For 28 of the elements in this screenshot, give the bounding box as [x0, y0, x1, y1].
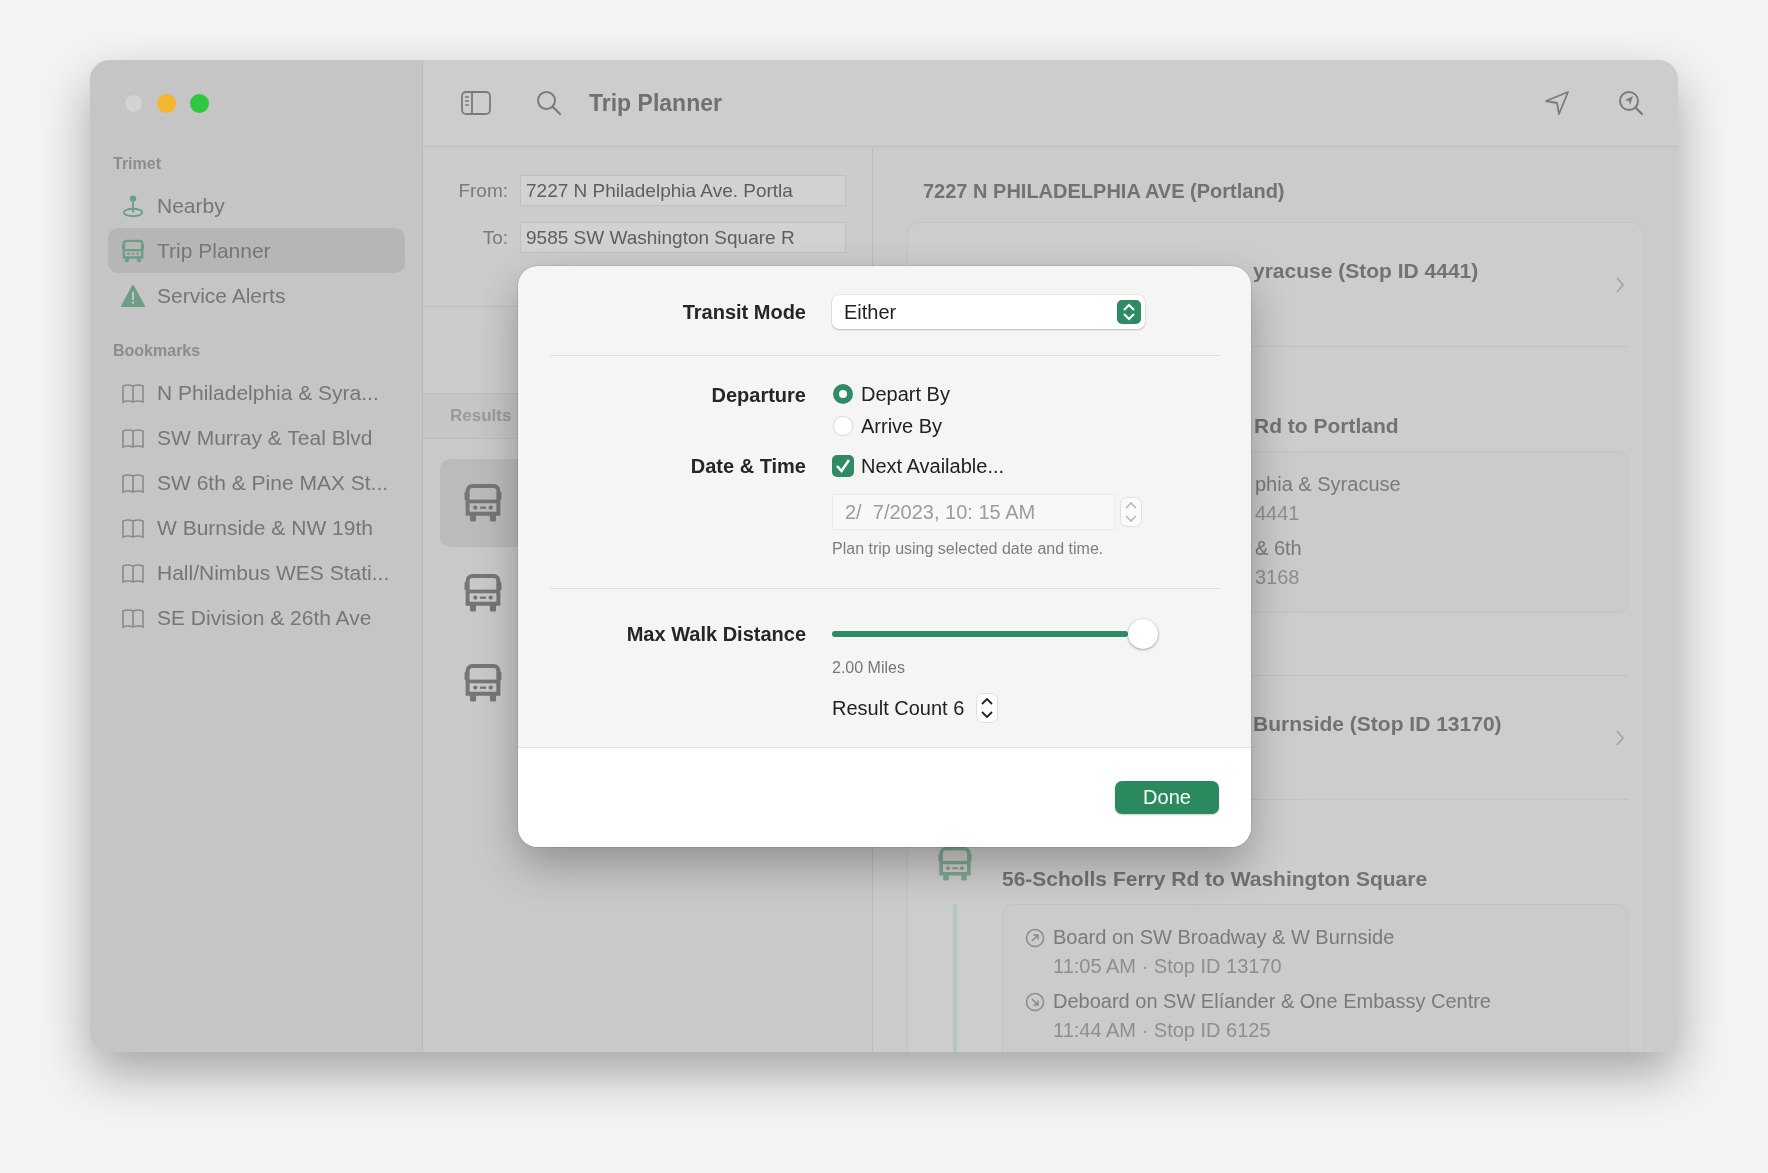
route-title: Rd to Portland — [1253, 413, 1400, 439]
step-title: Burnside (Stop ID 13170) — [1252, 711, 1503, 737]
stop-detail: 3168 — [1255, 565, 1301, 590]
step-title: yracuse (Stop ID 4441) — [1252, 258, 1480, 284]
option-text: Arrive By — [861, 414, 943, 438]
stop-name: phia & Syracuse — [1255, 472, 1401, 497]
stop-detail: 11:05 AM · Stop ID 13170 — [1053, 954, 1283, 979]
stop-name: & 6th — [1255, 536, 1302, 561]
field-label: From: — [458, 179, 508, 202]
window-title: Trip Planner — [589, 89, 722, 117]
section-header: Bookmarks — [112, 342, 202, 360]
option-text: Depart By — [861, 382, 950, 406]
route-title: 56-Scholls Ferry Rd to Washington Square — [1002, 866, 1429, 892]
option-label: Max Walk Distance — [625, 622, 806, 647]
option-label: Date & Time — [689, 454, 806, 479]
origin-heading: 7227 N PHILADELPHIA AVE (Portland) — [922, 179, 1286, 204]
help-text: Plan trip using selected date and time. — [832, 540, 1105, 558]
stop-detail: 11:44 AM · Stop ID 6125 — [1053, 1018, 1272, 1043]
option-label: Transit Mode — [681, 300, 806, 325]
stop-name: Board on SW Broadway & W Burnside — [1053, 925, 1395, 950]
option-text: Next Available... — [861, 454, 1005, 478]
stop-name: Deboard on SW Elíander & One Embassy Centre — [1053, 989, 1491, 1014]
stop-detail: 4441 — [1255, 501, 1301, 526]
field-label: To: — [482, 226, 508, 249]
distance-reading: 2.00 Miles — [832, 659, 906, 677]
option-label: Departure — [710, 383, 806, 408]
result-count-label: Result Count 6 — [832, 696, 965, 720]
section-header: Trimet — [112, 155, 162, 173]
